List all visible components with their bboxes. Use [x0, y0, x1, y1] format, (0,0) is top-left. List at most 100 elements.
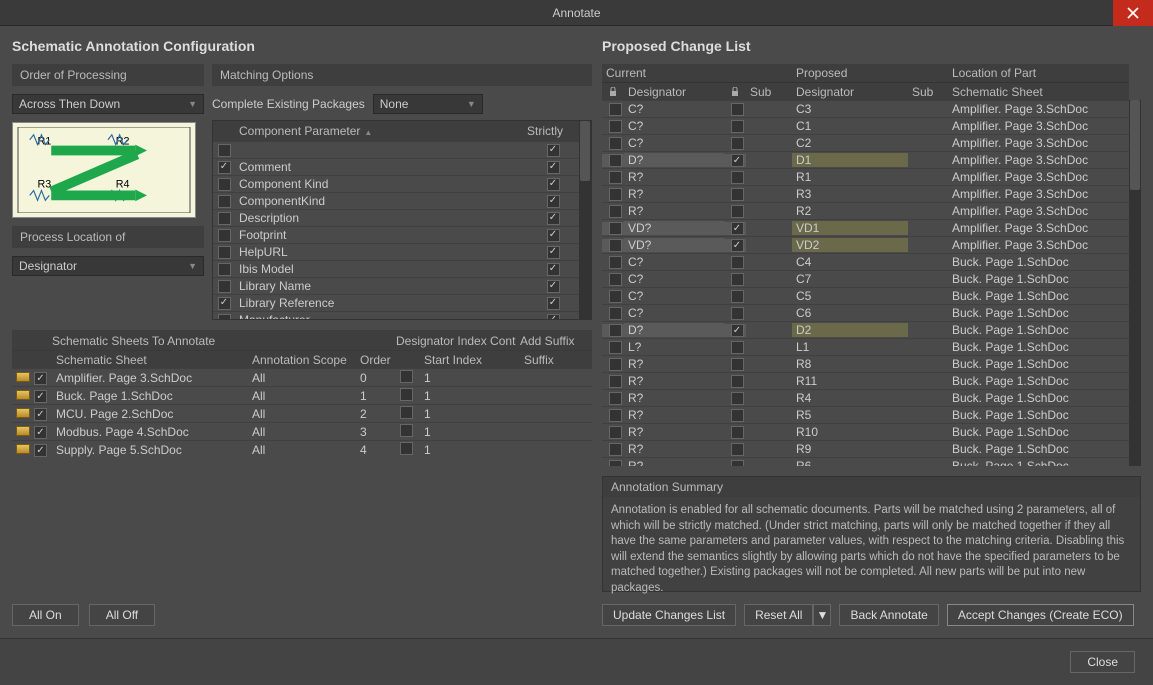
param-checkbox[interactable] [218, 297, 231, 310]
strict-checkbox[interactable] [547, 178, 560, 191]
proposed-row[interactable]: R? R9 Buck. Page 1.SchDoc [602, 440, 1129, 457]
proposed-row[interactable]: R? R8 Buck. Page 1.SchDoc [602, 355, 1129, 372]
lock-current-checkbox[interactable] [609, 137, 622, 150]
param-checkbox[interactable] [218, 246, 231, 259]
col-location[interactable]: Location of Part [948, 66, 1129, 80]
close-dialog-button[interactable]: Close [1070, 651, 1135, 673]
lock-sub-checkbox[interactable] [731, 358, 744, 371]
lock-sub-checkbox[interactable] [731, 188, 744, 201]
col-designator[interactable]: Designator [624, 85, 724, 99]
lock-sub-checkbox[interactable] [731, 137, 744, 150]
sheet-enable-checkbox[interactable] [34, 390, 47, 403]
col-proposed-sub[interactable]: Sub [908, 85, 948, 99]
proposed-row[interactable]: D? D1 Amplifier. Page 3.SchDoc [602, 151, 1129, 168]
proposed-row[interactable]: R? R4 Buck. Page 1.SchDoc [602, 389, 1129, 406]
param-row[interactable]: Comment [213, 158, 579, 175]
lock-sub-checkbox[interactable] [731, 409, 744, 422]
param-checkbox[interactable] [218, 280, 231, 293]
lock-sub-checkbox[interactable] [731, 341, 744, 354]
lock-sub-checkbox[interactable] [731, 222, 744, 235]
lock-current-checkbox[interactable] [609, 290, 622, 303]
strict-checkbox[interactable] [547, 212, 560, 225]
proposed-row[interactable]: L? L1 Buck. Page 1.SchDoc [602, 338, 1129, 355]
sheet-row[interactable]: Modbus. Page 4.SchDoc All 3 1 [12, 422, 592, 440]
param-row[interactable]: Description [213, 209, 579, 226]
param-checkbox[interactable] [218, 161, 231, 174]
sheet-scope[interactable]: All [248, 407, 356, 421]
lock-current-checkbox[interactable] [609, 375, 622, 388]
lock-current-checkbox[interactable] [609, 188, 622, 201]
param-checkbox[interactable] [218, 144, 231, 157]
lock-sub-checkbox[interactable] [731, 239, 744, 252]
lock-current-checkbox[interactable] [609, 256, 622, 269]
accept-changes-button[interactable]: Accept Changes (Create ECO) [947, 604, 1134, 626]
lock-current-checkbox[interactable] [609, 154, 622, 167]
lock-sub-checkbox[interactable] [731, 273, 744, 286]
order-dropdown[interactable]: Across Then Down ▼ [12, 94, 204, 114]
col-annotation-scope[interactable]: Annotation Scope [248, 353, 356, 367]
col-proposed-designator[interactable]: Designator [792, 85, 908, 99]
strict-checkbox[interactable] [547, 229, 560, 242]
close-button[interactable] [1113, 0, 1153, 26]
lock-sub-checkbox[interactable] [731, 375, 744, 388]
proposed-row[interactable]: C? C1 Amplifier. Page 3.SchDoc [602, 117, 1129, 134]
sheet-enable-checkbox[interactable] [34, 372, 47, 385]
lock-current-checkbox[interactable] [609, 358, 622, 371]
param-col-name[interactable]: Component Parameter▲ [235, 124, 527, 138]
start-index-checkbox[interactable] [400, 370, 413, 383]
proposed-row[interactable]: C? C6 Buck. Page 1.SchDoc [602, 304, 1129, 321]
start-index[interactable]: 1 [420, 425, 520, 439]
lock-current-checkbox[interactable] [609, 341, 622, 354]
sheet-enable-checkbox[interactable] [34, 408, 47, 421]
param-row[interactable]: ComponentKind [213, 192, 579, 209]
strict-checkbox[interactable] [547, 144, 560, 157]
param-row[interactable]: Library Reference [213, 294, 579, 311]
lock-sub-checkbox[interactable] [731, 154, 744, 167]
proposed-scrollbar[interactable] [1129, 100, 1141, 466]
param-checkbox[interactable] [218, 212, 231, 225]
start-index-checkbox[interactable] [400, 442, 413, 455]
proposed-row[interactable]: D? D2 Buck. Page 1.SchDoc [602, 321, 1129, 338]
lock-current-checkbox[interactable] [609, 409, 622, 422]
sheet-scope[interactable]: All [248, 425, 356, 439]
param-row[interactable] [213, 141, 579, 158]
process-location-dropdown[interactable]: Designator ▼ [12, 256, 204, 276]
reset-all-dropdown[interactable]: ▼ [813, 604, 831, 626]
lock-sub-checkbox[interactable] [731, 324, 744, 337]
param-row[interactable]: Manufacturer [213, 311, 579, 319]
strict-checkbox[interactable] [547, 314, 560, 320]
proposed-row[interactable]: VD? VD2 Amplifier. Page 3.SchDoc [602, 236, 1129, 253]
proposed-row[interactable]: C? C5 Buck. Page 1.SchDoc [602, 287, 1129, 304]
sheet-row[interactable]: Buck. Page 1.SchDoc All 1 1 [12, 386, 592, 404]
lock-current-checkbox[interactable] [609, 443, 622, 456]
lock-current-checkbox[interactable] [609, 103, 622, 116]
proposed-row[interactable]: R? R10 Buck. Page 1.SchDoc [602, 423, 1129, 440]
col-sub[interactable]: Sub [746, 85, 792, 99]
sheet-row[interactable]: Amplifier. Page 3.SchDoc All 0 1 [12, 368, 592, 386]
strict-checkbox[interactable] [547, 280, 560, 293]
proposed-row[interactable]: C? C3 Amplifier. Page 3.SchDoc [602, 100, 1129, 117]
sheet-enable-checkbox[interactable] [34, 426, 47, 439]
col-suffix[interactable]: Suffix [520, 353, 580, 367]
all-off-button[interactable]: All Off [89, 604, 155, 626]
param-col-strict[interactable]: Strictly [527, 124, 579, 138]
lock-sub-checkbox[interactable] [731, 307, 744, 320]
back-annotate-button[interactable]: Back Annotate [839, 604, 938, 626]
param-row[interactable]: Ibis Model [213, 260, 579, 277]
proposed-row[interactable]: R? R6 Buck. Page 1.SchDoc [602, 457, 1129, 466]
col-schematic-sheet[interactable]: Schematic Sheet [948, 85, 1129, 99]
strict-checkbox[interactable] [547, 297, 560, 310]
proposed-row[interactable]: VD? VD1 Amplifier. Page 3.SchDoc [602, 219, 1129, 236]
lock-sub-checkbox[interactable] [731, 120, 744, 133]
sheet-scope[interactable]: All [248, 371, 356, 385]
param-checkbox[interactable] [218, 195, 231, 208]
lock-sub-checkbox[interactable] [731, 460, 744, 467]
all-on-button[interactable]: All On [12, 604, 79, 626]
proposed-row[interactable]: C? C4 Buck. Page 1.SchDoc [602, 253, 1129, 270]
lock-sub-checkbox[interactable] [731, 290, 744, 303]
lock-sub-checkbox[interactable] [731, 205, 744, 218]
param-row[interactable]: Footprint [213, 226, 579, 243]
lock-current-checkbox[interactable] [609, 171, 622, 184]
col-schematic-sheet[interactable]: Schematic Sheet [52, 353, 248, 367]
param-row[interactable]: HelpURL [213, 243, 579, 260]
